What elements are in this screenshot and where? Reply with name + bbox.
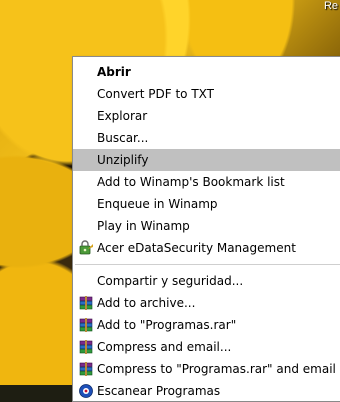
menu-item-compartir-y-seguridad[interactable]: Compartir y seguridad...: [73, 270, 340, 292]
menu-item-play-in-winamp[interactable]: Play in Winamp: [73, 215, 340, 237]
winrar-icon: [79, 296, 93, 310]
menu-item-buscar[interactable]: Buscar...: [73, 127, 340, 149]
menu-item-escanear-programas[interactable]: Escanear Programas: [73, 380, 340, 402]
winrar-icon: [79, 318, 93, 332]
winrar-icon: [79, 362, 93, 376]
menu-item-label: Convert PDF to TXT: [97, 87, 214, 101]
menu-item-label: Compartir y seguridad...: [97, 274, 244, 288]
menu-item-add-to-archive[interactable]: Add to archive...: [73, 292, 340, 314]
menu-item-label: Enqueue in Winamp: [97, 197, 218, 211]
context-menu: Abrir Convert PDF to TXT Explorar Buscar…: [72, 56, 340, 402]
menu-item-enqueue-in-winamp[interactable]: Enqueue in Winamp: [73, 193, 340, 215]
winrar-icon: [79, 340, 93, 354]
menu-item-label: Unziplify: [97, 153, 149, 167]
menu-item-compress-and-email[interactable]: Compress and email...: [73, 336, 340, 358]
antivirus-scan-icon: [79, 384, 93, 398]
menu-item-label: Escanear Programas: [97, 384, 221, 398]
menu-item-explorar[interactable]: Explorar: [73, 105, 340, 127]
menu-item-label: Compress and email...: [97, 340, 232, 354]
menu-item-label: Add to "Programas.rar": [97, 318, 237, 332]
menu-item-label: Compress to "Programas.rar" and email: [97, 362, 336, 376]
menu-item-compress-to-programas-rar-and-email[interactable]: Compress to "Programas.rar" and email: [73, 358, 340, 380]
menu-item-label: Explorar: [97, 109, 148, 123]
menu-item-label: Add to Winamp's Bookmark list: [97, 175, 285, 189]
desktop-icon-label[interactable]: Re: [324, 0, 338, 12]
menu-item-label: Acer eDataSecurity Management: [97, 241, 296, 255]
menu-item-label: Add to archive...: [97, 296, 196, 310]
menu-item-label: Buscar...: [97, 131, 149, 145]
menu-item-add-to-programas-rar[interactable]: Add to "Programas.rar": [73, 314, 340, 336]
menu-item-convert-pdf-to-txt[interactable]: Convert PDF to TXT: [73, 83, 340, 105]
acer-edatasecurity-icon: [79, 240, 93, 255]
menu-item-acer-edatasecurity[interactable]: Acer eDataSecurity Management: [73, 237, 340, 259]
menu-item-label: Abrir: [97, 65, 131, 79]
menu-separator: [75, 264, 340, 265]
menu-item-abrir[interactable]: Abrir: [73, 61, 340, 83]
menu-item-unziplify[interactable]: Unziplify: [73, 149, 340, 171]
menu-item-label: Play in Winamp: [97, 219, 190, 233]
menu-item-add-to-winamp-bookmark[interactable]: Add to Winamp's Bookmark list: [73, 171, 340, 193]
